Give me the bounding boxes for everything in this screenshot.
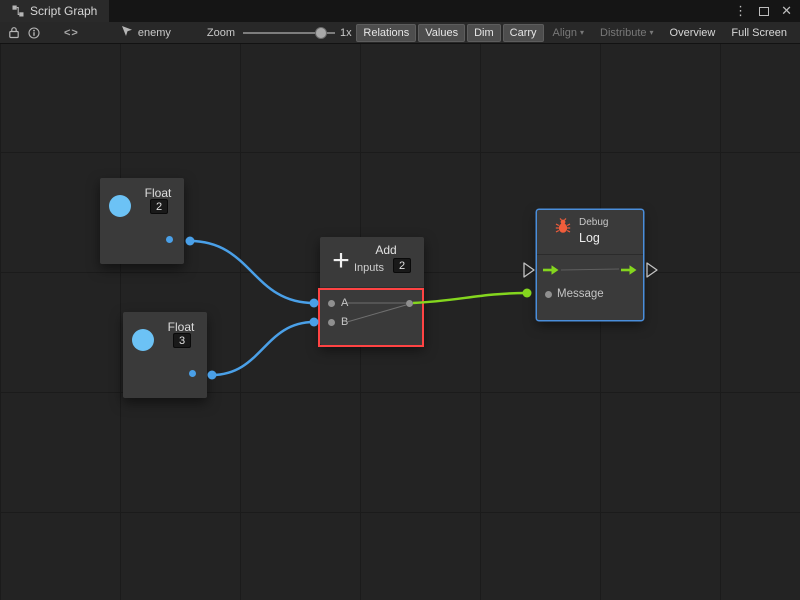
- graph-canvas[interactable]: Float 2 Float 3 + Add Inputs 2 A B: [0, 44, 800, 600]
- wire-endpoint[interactable]: [523, 289, 532, 298]
- wire-add-to-message[interactable]: [413, 293, 527, 303]
- float-value-field[interactable]: 3: [173, 333, 191, 348]
- float-type-icon: [109, 195, 131, 217]
- close-icon[interactable]: ✕: [781, 3, 792, 19]
- node-title: Log: [579, 231, 600, 245]
- float-node-1[interactable]: Float 2: [100, 178, 184, 264]
- relations-button[interactable]: Relations: [356, 24, 416, 42]
- zoom-slider[interactable]: [243, 27, 335, 39]
- flow-input-triangle-icon[interactable]: [524, 263, 534, 277]
- caret-down-icon: ▾: [650, 28, 654, 37]
- tab-bar: Script Graph ⋮ ✕: [0, 0, 800, 22]
- debug-log-node[interactable]: Debug Log Message: [537, 210, 643, 320]
- flow-out-arrow-icon[interactable]: [620, 263, 638, 281]
- full-screen-button[interactable]: Full Screen: [724, 24, 794, 42]
- message-input-port[interactable]: [545, 291, 552, 298]
- overview-button[interactable]: Overview: [663, 24, 723, 42]
- node-divider: [537, 254, 643, 255]
- code-icon[interactable]: <>: [64, 27, 79, 39]
- maximize-icon[interactable]: [759, 7, 769, 16]
- node-title: Float: [136, 186, 180, 200]
- tab-title: Script Graph: [30, 4, 97, 18]
- align-button-label: Align: [553, 27, 577, 39]
- zoom-slider-knob[interactable]: [315, 27, 327, 39]
- float-value-field[interactable]: 2: [150, 199, 168, 214]
- toolbar-buttons: Relations Values Dim Carry Align ▾ Distr…: [356, 24, 796, 42]
- zoom-value: 1x: [340, 27, 352, 39]
- graph-toolbar: <> enemy Zoom 1x Relations Values Dim Ca…: [0, 22, 800, 44]
- float-output-port[interactable]: [189, 370, 196, 377]
- float-type-icon: [132, 329, 154, 351]
- wire-float1-to-a[interactable]: [190, 241, 314, 303]
- unity-graph-window: Script Graph ⋮ ✕ <>: [0, 0, 800, 600]
- carry-button[interactable]: Carry: [503, 24, 544, 42]
- distribute-button[interactable]: Distribute ▾: [593, 24, 660, 42]
- align-button[interactable]: Align ▾: [546, 24, 591, 42]
- dim-button[interactable]: Dim: [467, 24, 501, 42]
- lock-icon[interactable]: [8, 26, 20, 39]
- inputs-label: Inputs: [354, 262, 384, 274]
- node-title: Add: [356, 243, 416, 257]
- flow-in-arrow-icon[interactable]: [542, 263, 560, 281]
- message-port-label: Message: [557, 288, 604, 300]
- info-icon[interactable]: [28, 27, 40, 39]
- tab-script-graph[interactable]: Script Graph: [0, 0, 109, 22]
- graph-name: enemy: [138, 27, 171, 39]
- graph-target[interactable]: enemy: [121, 25, 171, 40]
- node-title: Float: [159, 320, 203, 334]
- graph-pointer-icon: [121, 25, 133, 40]
- values-button[interactable]: Values: [418, 24, 465, 42]
- node-category: Debug: [579, 217, 608, 228]
- bug-icon: [555, 218, 571, 239]
- caret-down-icon: ▾: [580, 28, 584, 37]
- wire-endpoint[interactable]: [186, 237, 195, 246]
- inputs-count-field[interactable]: 2: [393, 258, 411, 273]
- red-highlight-frame: [318, 288, 424, 347]
- flow-output-triangle-icon[interactable]: [647, 263, 657, 277]
- wire-endpoint[interactable]: [208, 371, 217, 380]
- distribute-button-label: Distribute: [600, 27, 646, 39]
- float-output-port[interactable]: [166, 236, 173, 243]
- more-menu-icon[interactable]: ⋮: [734, 3, 747, 19]
- wire-float2-to-b[interactable]: [212, 322, 314, 375]
- float-node-2[interactable]: Float 3: [123, 312, 207, 398]
- plus-icon: +: [328, 243, 354, 279]
- script-graph-icon: [12, 5, 24, 17]
- window-controls: ⋮ ✕: [734, 0, 800, 22]
- zoom-label: Zoom: [207, 27, 235, 39]
